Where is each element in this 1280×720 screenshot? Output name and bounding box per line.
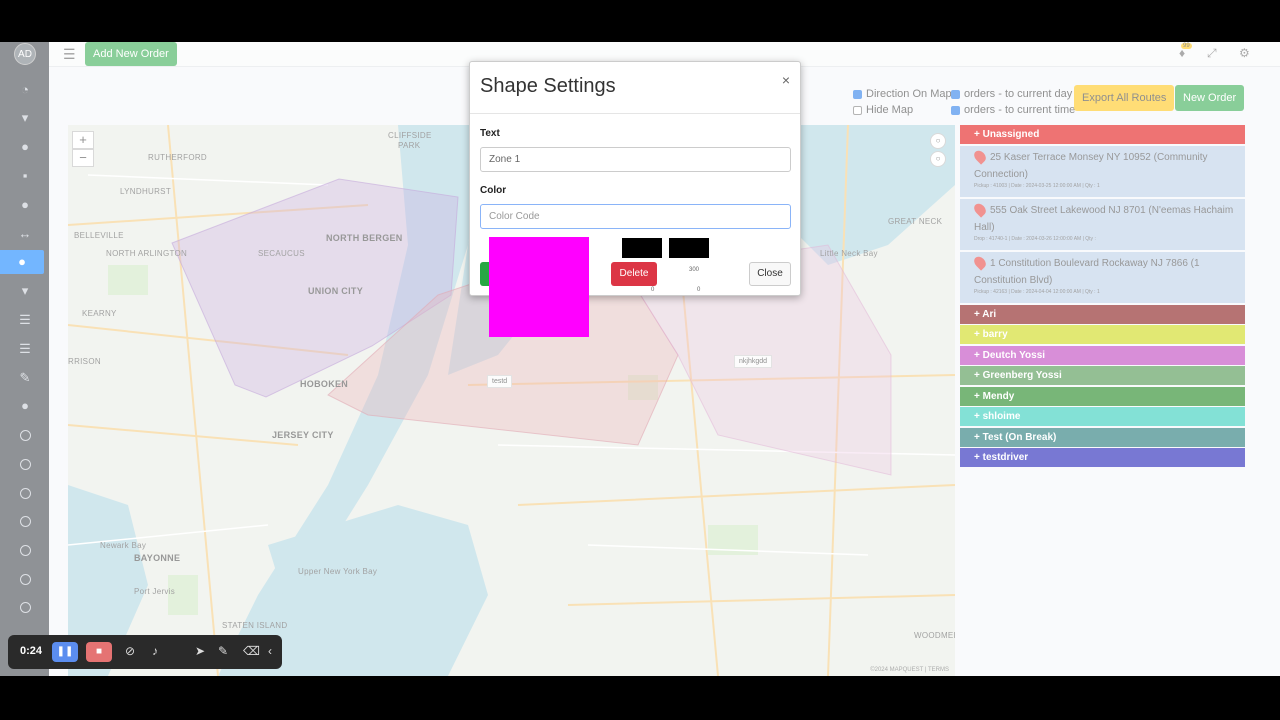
camera-off-icon[interactable]: ⊘ <box>125 644 135 658</box>
picker-value-0b: 0 <box>697 287 701 293</box>
cursor-icon[interactable]: ➤ <box>195 644 205 658</box>
microphone-icon[interactable]: ♪ <box>152 644 158 658</box>
stop-button[interactable]: ■ <box>86 642 112 662</box>
text-label: Text <box>480 128 500 139</box>
recording-timer: 0:24 <box>20 645 43 657</box>
color-picker-alpha-bar[interactable] <box>669 238 709 258</box>
collapse-chevron-icon[interactable]: ‹ <box>268 644 272 658</box>
eraser-icon[interactable]: ⌫ <box>243 644 260 658</box>
color-code-input[interactable]: Color Code <box>480 204 791 229</box>
picker-value-0a: 0 <box>651 287 655 293</box>
color-label: Color <box>480 185 507 196</box>
picker-value-300: 300 <box>689 267 700 273</box>
text-input[interactable]: Zone 1 <box>480 147 791 172</box>
close-icon[interactable]: × <box>782 72 790 88</box>
pause-button[interactable]: ❚❚ <box>52 642 78 662</box>
pen-icon[interactable]: ✎ <box>218 644 228 658</box>
modal-title: Shape Settings <box>480 75 616 97</box>
screen-recorder-toolbar: 0:24 ❚❚ ■ ⊘ ♪ ➤ ✎ ⌫ ‹ <box>8 635 282 669</box>
delete-button[interactable]: Delete <box>611 262 657 286</box>
modal-header: Shape Settings × <box>470 62 800 114</box>
color-picker-hue-bar[interactable] <box>622 238 662 258</box>
app-window: AD ◔ ▾ ● ▪ ● ↔ ● ▾ ☰ ☰ ✎ ● ☰ Add New Ord… <box>0 42 1280 676</box>
close-button[interactable]: Close <box>749 262 791 286</box>
color-picker-swatch[interactable] <box>489 237 589 337</box>
